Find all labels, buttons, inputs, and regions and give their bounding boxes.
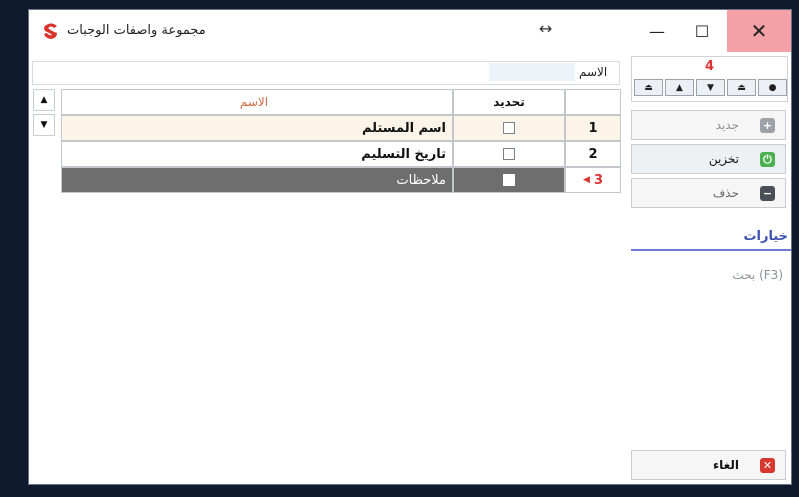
- row-checkbox[interactable]: [503, 174, 515, 186]
- header-select[interactable]: تحديد: [453, 89, 565, 115]
- scroll-down-button[interactable]: ▼: [33, 114, 55, 136]
- row-name-cell[interactable]: ملاحظات: [61, 167, 453, 193]
- save-button[interactable]: تخزين ⏻: [631, 144, 786, 174]
- row-number-cell: ◀ 3: [565, 167, 621, 193]
- delete-button[interactable]: حذف −: [631, 178, 786, 208]
- title-bar[interactable]: مجموعة واصفات الوجبات ↔ — ☐ ✕: [29, 10, 791, 52]
- header-number: [565, 89, 621, 115]
- save-icon: ⏻: [760, 152, 775, 167]
- search-input[interactable]: [489, 63, 575, 81]
- next-record-button[interactable]: ▼: [696, 79, 725, 96]
- search-label: الاسم: [579, 65, 608, 79]
- search-shortcut-link[interactable]: بحث (F3): [732, 268, 783, 282]
- cancel-button[interactable]: الغاء ✕: [631, 450, 786, 480]
- move-icon[interactable]: ↔: [539, 19, 552, 38]
- new-button-label: جديد: [715, 118, 739, 132]
- save-button-label: تخزين: [708, 152, 739, 166]
- row-select-cell: [453, 167, 565, 193]
- table-row[interactable]: تاريخ التسليم 2: [61, 141, 621, 167]
- record-navigator: 4 ⏏ ▲ ▼ ⏏ ●: [631, 56, 788, 102]
- scroll-up-button[interactable]: ▲: [33, 89, 55, 111]
- first-record-button[interactable]: ⏏: [634, 79, 663, 96]
- row-number-cell: 2: [565, 141, 621, 167]
- table-row[interactable]: اسم المستلم 1: [61, 115, 621, 141]
- options-header: خيارات: [631, 227, 791, 251]
- header-name[interactable]: الاسم: [61, 89, 453, 115]
- grid-header-row: الاسم تحديد: [61, 89, 621, 115]
- search-bar: الاسم: [32, 61, 620, 85]
- row-number-cell: 1: [565, 115, 621, 141]
- row-name-cell[interactable]: تاريخ التسليم: [61, 141, 453, 167]
- cancel-button-label: الغاء: [712, 458, 739, 472]
- minimize-button[interactable]: —: [635, 10, 679, 52]
- data-grid: الاسم تحديد اسم المستلم 1 تاريخ التسليم …: [61, 89, 621, 197]
- plus-icon: +: [760, 118, 775, 133]
- maximize-button[interactable]: ☐: [680, 10, 724, 52]
- minus-icon: −: [760, 186, 775, 201]
- record-counter: 4: [704, 59, 715, 74]
- navigator-buttons: ⏏ ▲ ▼ ⏏ ●: [634, 79, 787, 96]
- row-checkbox[interactable]: [503, 122, 515, 134]
- cancel-icon: ✕: [760, 458, 775, 473]
- row-select-cell: [453, 115, 565, 141]
- delete-button-label: حذف: [712, 186, 739, 200]
- table-row-selected[interactable]: ملاحظات ◀ 3: [61, 167, 621, 193]
- app-logo-icon: [44, 23, 57, 39]
- row-checkbox[interactable]: [503, 148, 515, 160]
- options-title: خيارات: [743, 229, 788, 244]
- row-select-cell: [453, 141, 565, 167]
- current-row-marker-icon: ◀: [583, 175, 590, 185]
- window-title: مجموعة واصفات الوجبات: [67, 23, 206, 38]
- current-record-button[interactable]: ●: [758, 79, 787, 96]
- row-name-cell[interactable]: اسم المستلم: [61, 115, 453, 141]
- main-window: مجموعة واصفات الوجبات ↔ — ☐ ✕ 4 ⏏ ▲ ▼ ⏏ …: [29, 10, 791, 484]
- new-button[interactable]: جديد +: [631, 110, 786, 140]
- last-record-button[interactable]: ⏏: [727, 79, 756, 96]
- row-number-text: 3: [593, 172, 603, 188]
- previous-record-button[interactable]: ▲: [665, 79, 694, 96]
- close-button[interactable]: ✕: [727, 10, 791, 52]
